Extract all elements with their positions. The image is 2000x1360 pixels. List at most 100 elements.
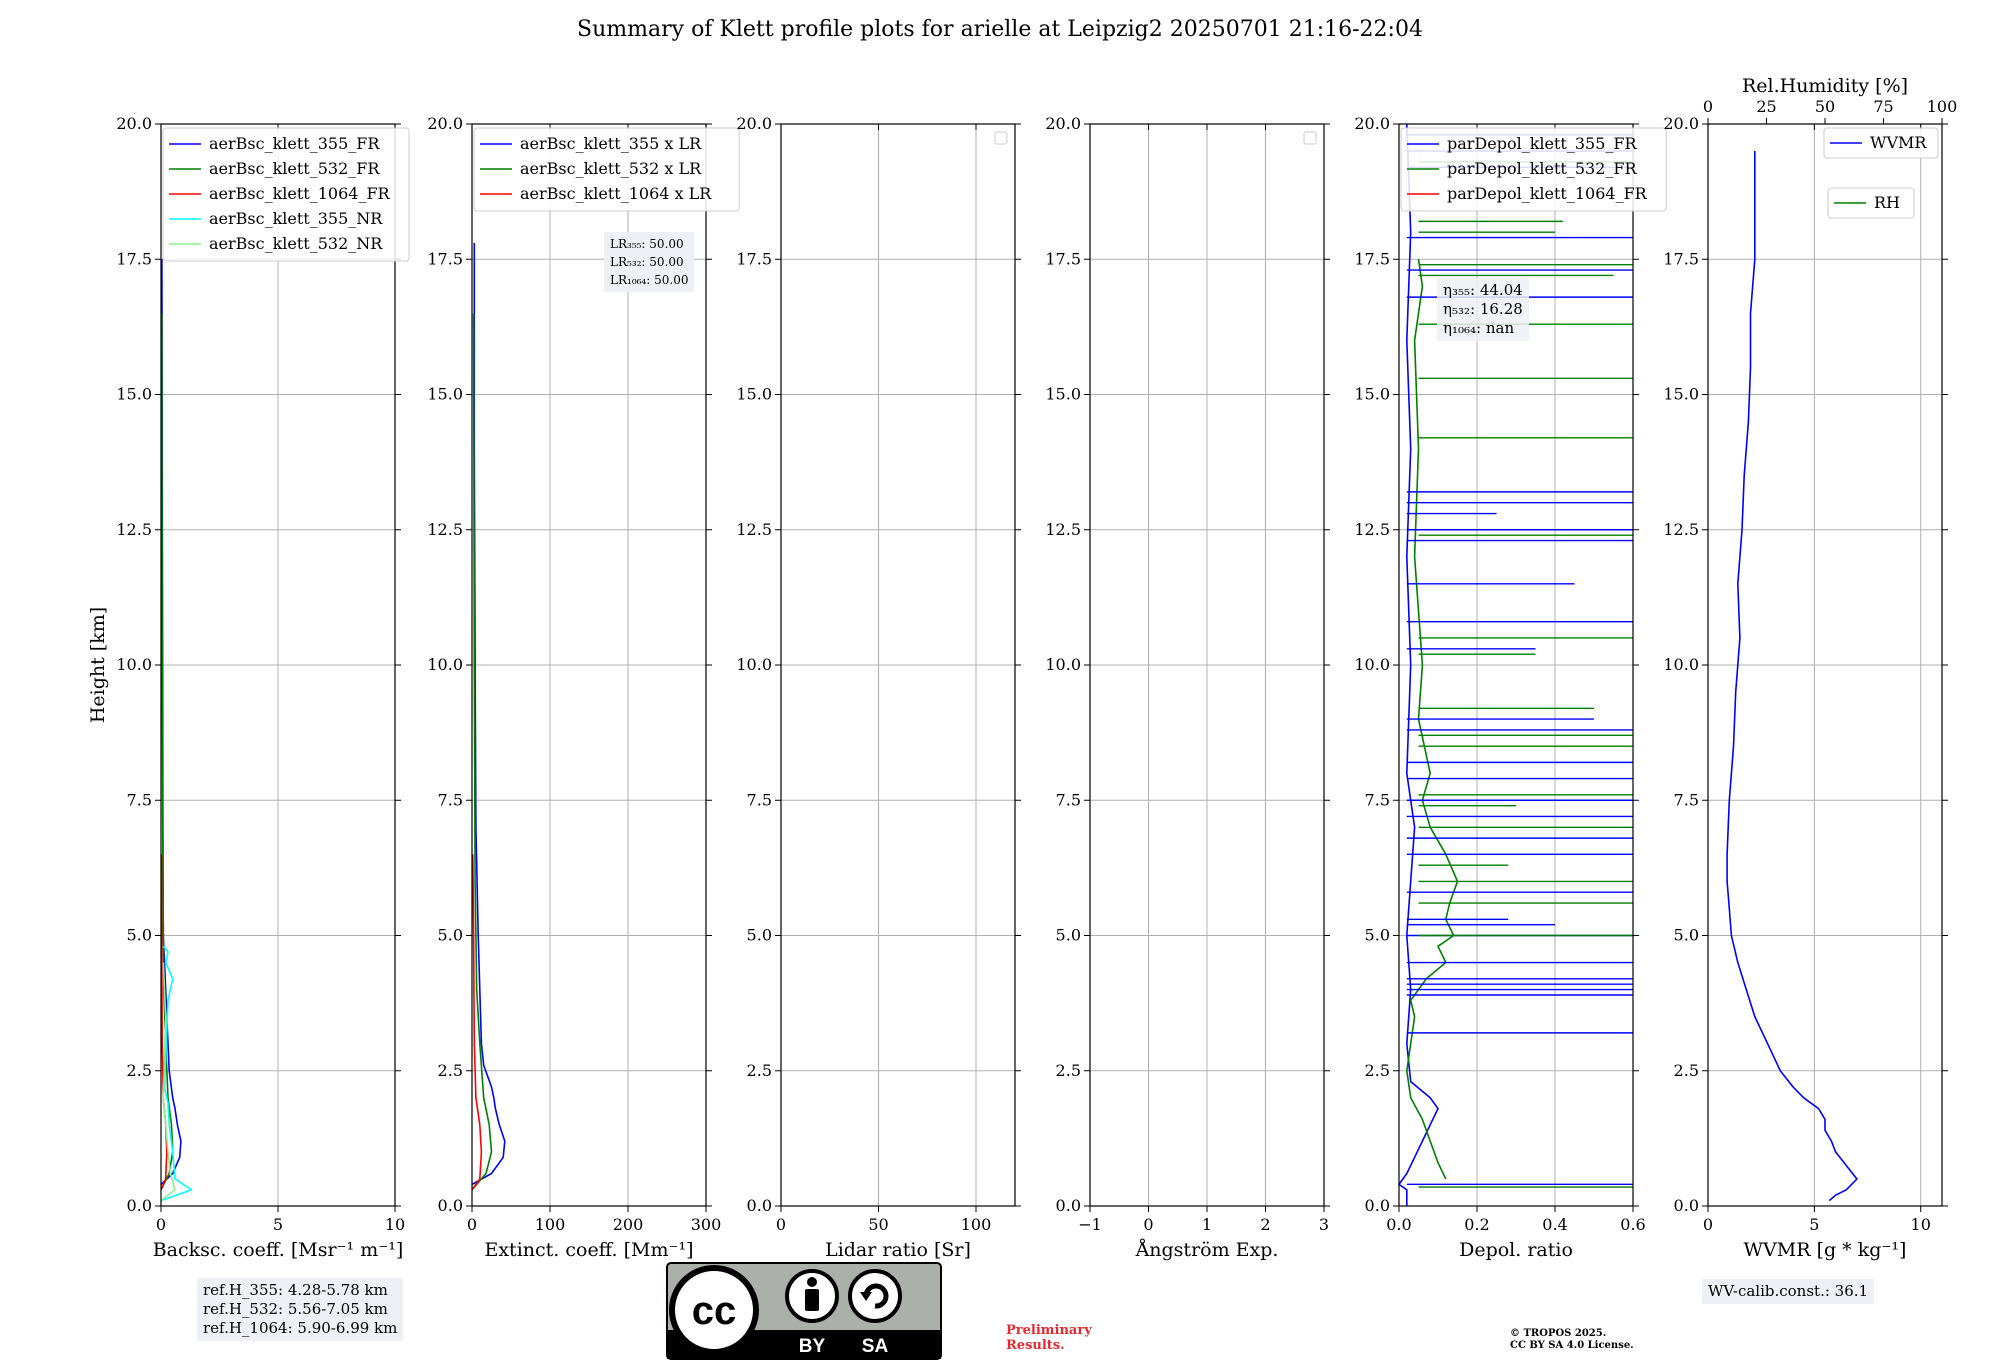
- y-tick-label: 2.5: [1056, 1061, 1081, 1080]
- x-tick-label: 100: [535, 1215, 566, 1234]
- lr-1064-text: LR₁₀₆₄: 50.00: [610, 273, 689, 287]
- x-tick-label: 0.2: [1464, 1215, 1489, 1234]
- legend-label: aerBsc_klett_355 x LR: [520, 134, 702, 153]
- y-tick-label: 15.0: [736, 385, 772, 404]
- eta-annotation: η₃₅₅: 44.04 η₅₃₂: 16.28 η₁₀₆₄: nan: [1437, 278, 1529, 341]
- y-tick-label: 20.0: [1354, 114, 1390, 133]
- y-tick-label: 7.5: [1365, 790, 1390, 809]
- y-tick-label: 5.0: [1056, 926, 1081, 945]
- y-tick-label: 12.5: [116, 520, 152, 539]
- y-tick-label: 0.0: [438, 1196, 463, 1215]
- x-tick-label: 2: [1260, 1215, 1270, 1234]
- y-tick-label: 0.0: [1056, 1196, 1081, 1215]
- y-tick-label: 17.5: [427, 249, 463, 268]
- cc-by-label: BY: [799, 1336, 826, 1357]
- wv-calib-annotation: WV-calib.const.: 36.1: [1702, 1279, 1875, 1304]
- x-tick-label: 10: [1911, 1215, 1931, 1234]
- legend-label: aerBsc_klett_1064_FR: [209, 184, 391, 203]
- x-axis-label: Backsc. coeff. [Msr⁻¹ m⁻¹]: [153, 1239, 404, 1261]
- y-tick-label: 2.5: [747, 1061, 772, 1080]
- y-tick-label: 15.0: [1663, 385, 1699, 404]
- figure-title: Summary of Klett profile plots for ariel…: [577, 17, 1423, 42]
- y-tick-label: 17.5: [1354, 249, 1390, 268]
- x-tick-label: 0.4: [1542, 1215, 1567, 1234]
- x-axis-label: Extinct. coeff. [Mm⁻¹]: [484, 1239, 693, 1261]
- y-tick-label: 2.5: [1365, 1061, 1390, 1080]
- y-tick-label: 10.0: [1045, 655, 1081, 674]
- y-tick-label: 10.0: [116, 655, 152, 674]
- y-tick-label: 5.0: [1365, 926, 1390, 945]
- copyright-line-1: © TROPOS 2025.: [1510, 1328, 1607, 1339]
- y-tick-label: 15.0: [427, 385, 463, 404]
- y-tick-label: 10.0: [1663, 655, 1699, 674]
- panel-4: −1 0 1 2 3 0.0 2.5 5.0 7.5 10.0 12.5 15.0 17.5 20.0 Ån…: [1045, 114, 1330, 1261]
- y-tick-label: 12.5: [736, 520, 772, 539]
- y-tick-label: 12.5: [1045, 520, 1081, 539]
- y-tick-label: 7.5: [438, 790, 463, 809]
- y-tick-label: 12.5: [1354, 520, 1390, 539]
- y-tick-label: 7.5: [1056, 790, 1081, 809]
- x2-tick-label: 25: [1756, 97, 1776, 116]
- y-tick-label: 20.0: [427, 114, 463, 133]
- legend-label-wvmr: WVMR: [1870, 133, 1927, 152]
- x-tick-label: 0.0: [1386, 1215, 1411, 1234]
- x2-tick-label: 0: [1703, 97, 1713, 116]
- x-axis-label: Ångström Exp.: [1135, 1239, 1279, 1261]
- x2-tick-label: 75: [1873, 97, 1893, 116]
- x-tick-label: 3: [1319, 1215, 1329, 1234]
- y-tick-label: 0.0: [127, 1196, 152, 1215]
- y-tick-label: 15.0: [1354, 385, 1390, 404]
- y-tick-label: 2.5: [1674, 1061, 1699, 1080]
- y-tick-label: 17.5: [116, 249, 152, 268]
- panel-3: 0 50 100 0.0 2.5 5.0 7.5 10.0 12.5 15.0 17.5 20.0 Li…: [736, 114, 1021, 1261]
- empty-legend-box: [1303, 131, 1317, 145]
- refh-532-text: ref.H_532: 5.56-7.05 km: [203, 1300, 388, 1318]
- y-tick-label: 15.0: [116, 385, 152, 404]
- refh-annotation: ref.H_355: 4.28-5.78 km ref.H_532: 5.56-…: [197, 1278, 404, 1341]
- panel-1: 0 5 10 0.0 2.5 5.0 7.5 10.0 12.5 15.0 17.5 20.0 Back…: [87, 114, 410, 1261]
- legend-label: aerBsc_klett_532_FR: [209, 159, 380, 178]
- cc-letters: cc: [692, 1289, 737, 1333]
- y-tick-label: 0.0: [747, 1196, 772, 1215]
- y-tick-label: 20.0: [1663, 114, 1699, 133]
- lr-532-text: LR₅₃₂: 50.00: [610, 255, 684, 269]
- cc-sa-label: SA: [862, 1336, 889, 1357]
- x-axis-label: WVMR [g * kg⁻¹]: [1744, 1239, 1907, 1261]
- x-axis-label: Depol. ratio: [1459, 1239, 1573, 1261]
- series-line-aerbsc-klett-355-x-lr: [471, 243, 506, 1186]
- lr-355-text: LR₃₅₅: 50.00: [610, 237, 684, 251]
- x-tick-label: 5: [1809, 1215, 1819, 1234]
- x2-tick-label: 50: [1815, 97, 1835, 116]
- x-tick-label: −1: [1078, 1215, 1102, 1234]
- y-tick-label: 7.5: [747, 790, 772, 809]
- y-tick-label: 17.5: [1045, 249, 1081, 268]
- y-tick-label: 2.5: [438, 1061, 463, 1080]
- y-tick-label: 17.5: [1663, 249, 1699, 268]
- y-tick-label: 20.0: [736, 114, 772, 133]
- y-tick-label: 10.0: [736, 655, 772, 674]
- empty-legend-box: [994, 131, 1008, 145]
- x-tick-label: 5: [273, 1215, 283, 1234]
- y-tick-label: 5.0: [747, 926, 772, 945]
- y-tick-label: 20.0: [116, 114, 152, 133]
- panel-6: 0 5 10 0.0 2.5 5.0 7.5 10.0 12.5 15.0 17.5 20.0 WVMR…: [1663, 75, 1957, 1261]
- legend-label: aerBsc_klett_1064 x LR: [520, 184, 712, 203]
- legend-label: aerBsc_klett_532_NR: [209, 234, 383, 253]
- y-tick-label: 5.0: [438, 926, 463, 945]
- refh-1064-text: ref.H_1064: 5.90-6.99 km: [203, 1319, 398, 1337]
- series-line-aerbsc-klett-355-fr: [160, 259, 182, 1185]
- y-tick-label: 12.5: [1663, 520, 1699, 539]
- x-tick-label: 0.6: [1620, 1215, 1645, 1234]
- y-tick-label: 10.0: [1354, 655, 1390, 674]
- legend-label: aerBsc_klett_355_FR: [209, 134, 380, 153]
- x-tick-label: 10: [385, 1215, 405, 1234]
- wv-calib-text: WV-calib.const.: 36.1: [1708, 1282, 1869, 1300]
- x-tick-label: 100: [961, 1215, 992, 1234]
- y-tick-label: 10.0: [427, 655, 463, 674]
- eta-532-text: η₅₃₂: 16.28: [1443, 300, 1523, 318]
- legend-label: parDepol_klett_532_FR: [1447, 159, 1638, 178]
- x-tick-label: 0: [156, 1215, 166, 1234]
- y-tick-label: 20.0: [1045, 114, 1081, 133]
- y-tick-label: 2.5: [127, 1061, 152, 1080]
- y-tick-label: 5.0: [1674, 926, 1699, 945]
